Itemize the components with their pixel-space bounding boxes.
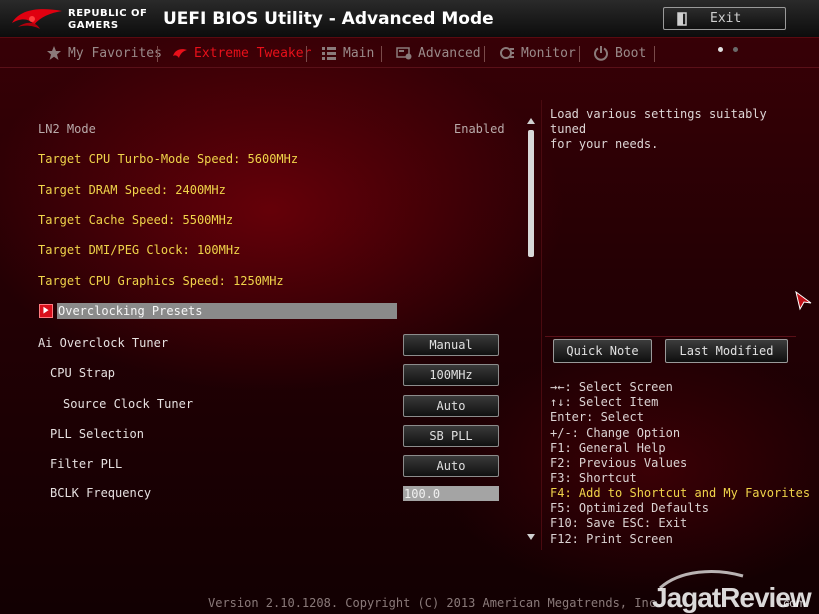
tab-label: My Favorites: [68, 46, 162, 61]
tab-divider: [306, 46, 307, 62]
quick-note-button[interactable]: Quick Note: [553, 339, 652, 363]
bclk-frequency-input[interactable]: [403, 486, 499, 501]
ln2-mode-label: LN2 Mode: [38, 122, 96, 136]
tab-divider: [157, 46, 158, 62]
scroll-down-arrow-icon[interactable]: [526, 533, 536, 541]
watermark-suffix: .com: [780, 596, 807, 610]
source-clock-tuner-label: Source Clock Tuner: [63, 397, 194, 411]
scroll-up-arrow-icon[interactable]: [526, 117, 536, 125]
shortcut-select-item: ↑↓: Select Item: [550, 395, 659, 409]
shortcut-f5: F5: Optimized Defaults: [550, 501, 709, 515]
star-icon: [47, 46, 61, 60]
target-cpu-turbo: Target CPU Turbo-Mode Speed: 5600MHz: [38, 152, 299, 166]
bclk-frequency-label: BCLK Frequency: [50, 486, 152, 500]
title-bar: REPUBLIC OF GAMERS UEFI BIOS Utility - A…: [0, 0, 819, 38]
version-text: Version 2.10.1208. Copyright (C) 2013 Am…: [208, 596, 664, 610]
tab-label: Monitor: [521, 46, 576, 61]
page-indicator-dot[interactable]: [733, 47, 738, 52]
app-title: UEFI BIOS Utility - Advanced Mode: [163, 9, 494, 29]
filter-pll-select[interactable]: Auto: [403, 455, 499, 477]
power-icon: [594, 46, 608, 61]
cpu-strap-label: CPU Strap: [50, 366, 116, 380]
list-icon: [322, 47, 336, 60]
advanced-icon: [396, 47, 412, 60]
ai-overclock-tuner-label: Ai Overclock Tuner: [38, 336, 169, 350]
target-dram-speed: Target DRAM Speed: 2400MHz: [38, 183, 226, 197]
cpu-strap-select[interactable]: 100MHz: [403, 364, 499, 386]
shortcut-enter: Enter: Select: [550, 410, 644, 424]
page-indicator-dot-active[interactable]: [718, 47, 723, 52]
panel-separator: [545, 336, 796, 337]
tab-label: Boot: [615, 46, 647, 61]
ai-overclock-tuner-select[interactable]: Manual: [403, 334, 499, 356]
target-dmi-peg-clock: Target DMI/PEG Clock: 100MHz: [38, 243, 241, 257]
pll-selection-label: PLL Selection: [50, 427, 144, 441]
target-cpu-graphics: Target CPU Graphics Speed: 1250MHz: [38, 274, 284, 288]
tab-label: Advanced: [418, 46, 481, 61]
shortcut-f10-esc: F10: Save ESC: Exit: [550, 516, 688, 530]
source-clock-tuner-select[interactable]: Auto: [403, 395, 499, 417]
shortcut-f2: F2: Previous Values: [550, 456, 688, 470]
brand-line2: GAMERS: [68, 20, 119, 31]
shortcut-f4: F4: Add to Shortcut and My Favorites: [550, 486, 811, 500]
rog-logo-icon: [12, 9, 62, 29]
tab-label: Main: [343, 46, 375, 61]
filter-pll-label: Filter PLL: [50, 457, 123, 471]
target-cache-speed: Target Cache Speed: 5500MHz: [38, 213, 234, 227]
help-description: Load various settings suitably tuned for…: [550, 107, 767, 151]
exit-button[interactable]: Exit: [663, 7, 786, 30]
last-modified-button[interactable]: Last Modified: [665, 339, 788, 363]
scrollbar-thumb[interactable]: [528, 130, 534, 257]
tab-underline: [0, 67, 819, 68]
tab-label: Extreme Tweaker: [194, 46, 312, 61]
tab-divider: [654, 46, 655, 62]
tab-divider: [579, 46, 580, 62]
tab-divider: [381, 46, 382, 62]
brand-line1: REPUBLIC OF: [68, 8, 148, 19]
exit-label: Exit: [710, 11, 742, 26]
monitor-icon: [500, 47, 514, 59]
shortcut-f1: F1: General Help: [550, 441, 666, 455]
tweaker-icon: [173, 49, 187, 58]
mouse-cursor-icon: [795, 291, 812, 311]
shortcut-select-screen: →←: Select Screen: [550, 380, 673, 394]
shortcut-f12: F12: Print Screen: [550, 532, 673, 546]
ln2-mode-value: Enabled: [454, 122, 505, 136]
panel-divider: [541, 100, 542, 550]
shortcut-change-option: +/-: Change Option: [550, 426, 681, 440]
pll-selection-select[interactable]: SB PLL: [403, 425, 499, 447]
tab-bar: My Favorites Extreme Tweaker Main Advanc…: [0, 42, 819, 66]
shortcut-f3: F3: Shortcut: [550, 471, 637, 485]
overclocking-presets-item[interactable]: Overclocking Presets: [57, 303, 397, 319]
submenu-arrow-icon: [39, 304, 53, 318]
tab-divider: [484, 46, 485, 62]
exit-door-icon: [677, 12, 687, 26]
